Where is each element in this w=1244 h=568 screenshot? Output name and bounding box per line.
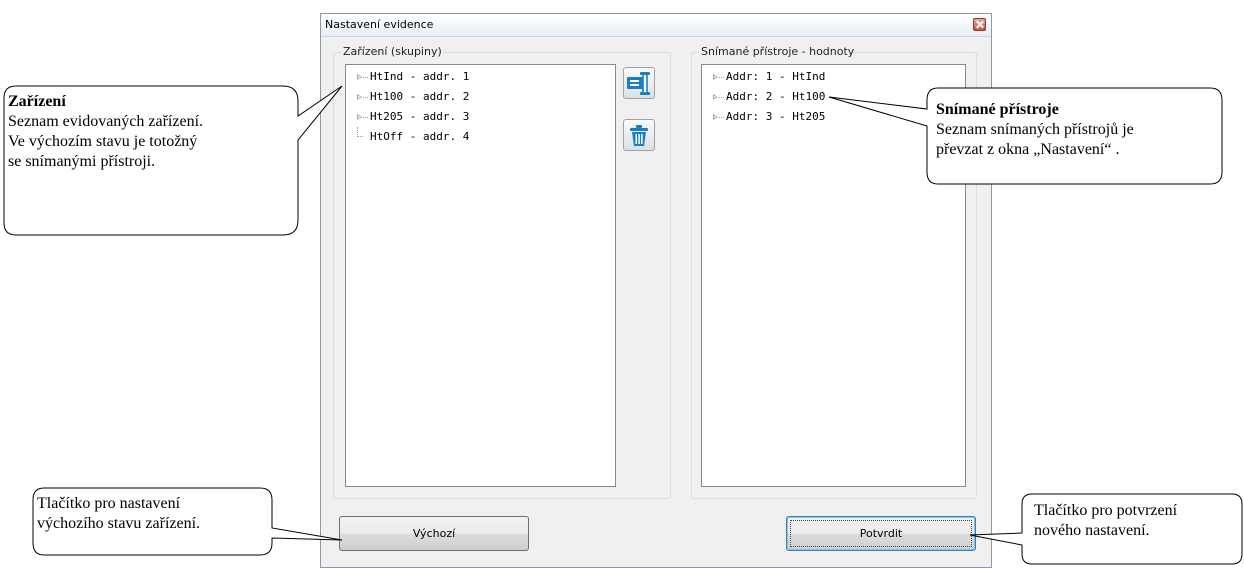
default-callout-line: výchozího stavu zařízení. <box>37 515 201 532</box>
devices-callout: Zařízení Seznam evidovaných zařízení. Ve… <box>8 92 203 172</box>
sensed-callout-line: převzat z okna „Nastavení“ . <box>936 141 1120 158</box>
sensed-callout-line: Seznam snímaných přístrojů je <box>936 121 1134 138</box>
devices-callout-line: Seznam evidovaných zařízení. <box>8 113 204 130</box>
confirm-callout-line: Tlačítko pro potvrzení <box>1034 502 1178 519</box>
devices-callout-line: se snímanými přístroji. <box>8 153 156 170</box>
default-button-callout: Tlačítko pro nastavení výchozího stavu z… <box>37 494 200 534</box>
default-callout-line: Tlačítko pro nastavení <box>37 495 181 512</box>
confirm-callout-line: nového nastavení. <box>1034 522 1150 539</box>
devices-callout-line: Ve výchozím stavu je totožný <box>8 133 198 150</box>
confirm-button-callout: Tlačítko pro potvrzení nového nastavení. <box>1034 501 1177 541</box>
devices-callout-title: Zařízení <box>8 93 66 110</box>
sensed-callout-title: Snímané přístroje <box>936 101 1059 118</box>
callout-shapes <box>3 85 1243 565</box>
sensed-callout: Snímané přístroje Seznam snímaných příst… <box>936 100 1134 160</box>
